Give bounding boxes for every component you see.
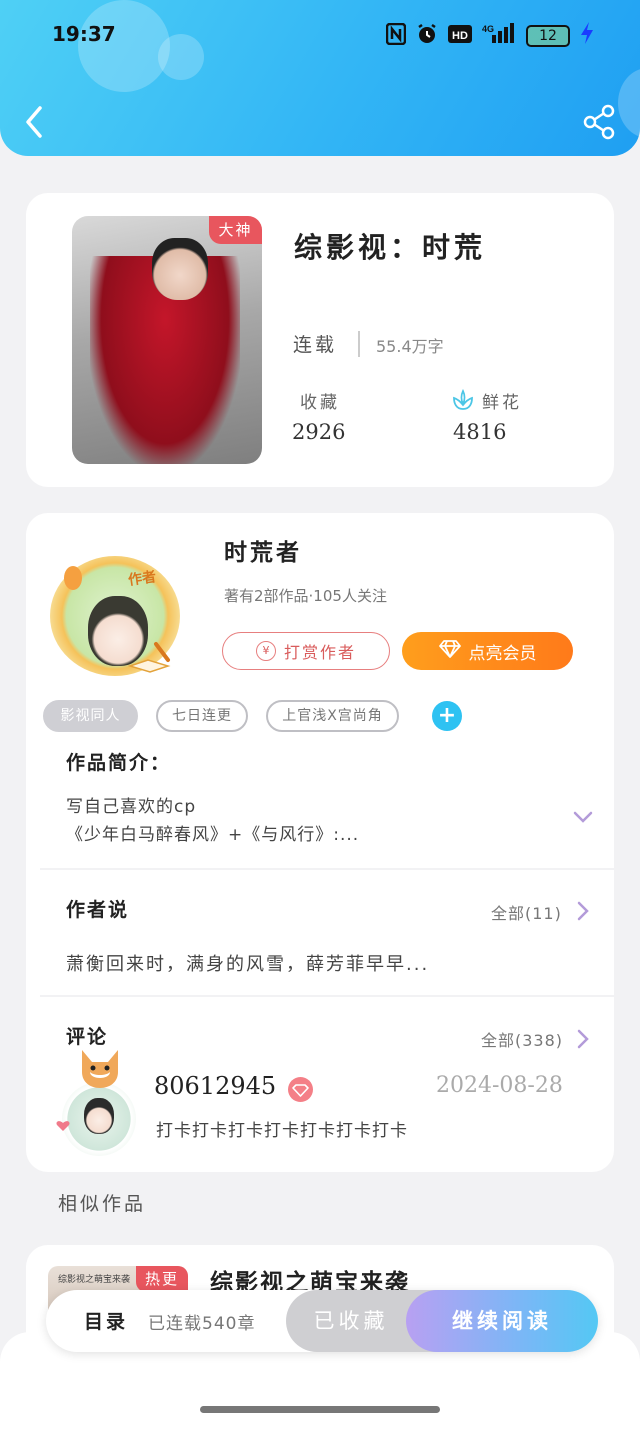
hot-update-badge: 热更 bbox=[136, 1266, 188, 1292]
continue-reading-button[interactable]: 继续阅读 bbox=[406, 1290, 598, 1352]
chevron-down-icon bbox=[573, 811, 593, 823]
author-says-more-link[interactable]: 全部(11) bbox=[491, 900, 562, 924]
flowers-label: 鲜花 bbox=[482, 393, 522, 413]
home-indicator[interactable] bbox=[200, 1406, 440, 1413]
author-says-text[interactable]: 萧衡回来时，满身的风雪，薛芳菲早早... bbox=[66, 950, 429, 976]
yen-icon: ¥ bbox=[255, 641, 276, 661]
status-icons: HD 4G 12 bbox=[385, 22, 594, 49]
share-icon bbox=[583, 104, 615, 140]
comments-more-link[interactable]: 全部(338) bbox=[481, 1027, 563, 1051]
great-author-badge: 大神 bbox=[209, 216, 262, 244]
chevron-left-icon bbox=[26, 106, 42, 138]
reward-author-button[interactable]: ¥ 打赏作者 bbox=[222, 632, 390, 670]
tag-item[interactable]: 上官浅X宫尚角 bbox=[266, 700, 399, 732]
battery-indicator: 12 bbox=[526, 24, 570, 47]
nfc-icon bbox=[385, 22, 407, 49]
share-button[interactable] bbox=[582, 104, 616, 140]
commenter-name[interactable]: 80612945 bbox=[154, 1072, 276, 1100]
vip-badge-icon bbox=[288, 1077, 313, 1102]
toc-button[interactable]: 目录 bbox=[84, 1307, 128, 1334]
author-info: 著有2部作品·105人关注 bbox=[224, 587, 387, 605]
comments-title: 评论 bbox=[66, 1026, 109, 1048]
divider bbox=[358, 331, 360, 357]
diamond-icon bbox=[438, 639, 461, 663]
decor-bubble bbox=[618, 68, 640, 138]
divider bbox=[40, 995, 614, 997]
similar-cover-text: 综影视之萌宝来袭 bbox=[58, 1275, 131, 1285]
book-cover[interactable] bbox=[72, 216, 262, 464]
network-text: 4G bbox=[482, 24, 494, 34]
book-status: 连载 bbox=[293, 334, 338, 356]
add-tag-button[interactable]: + bbox=[432, 701, 462, 731]
carrot-decor bbox=[64, 566, 82, 590]
flowers-value: 4816 bbox=[453, 420, 507, 444]
intro-line: 《少年白马醉春风》+《与风行》:... bbox=[66, 825, 360, 845]
comment-date: 2024-08-28 bbox=[436, 1073, 563, 1098]
book-title: 综影视：时荒 bbox=[294, 231, 487, 264]
vip-label: 点亮会员 bbox=[468, 643, 537, 664]
hd-text: HD bbox=[452, 30, 468, 42]
alarm-icon bbox=[416, 23, 438, 49]
commenter-avatar-face bbox=[84, 1098, 114, 1134]
back-button[interactable] bbox=[22, 104, 50, 140]
charging-icon bbox=[580, 22, 594, 49]
status-time: 19:37 bbox=[52, 22, 116, 46]
chapter-count[interactable]: 已连载540章 bbox=[148, 1309, 255, 1334]
header: 19:37 HD 4G 12 bbox=[0, 0, 640, 156]
author-badge: 作者 bbox=[127, 569, 158, 589]
intro-title: 作品简介： bbox=[66, 752, 172, 774]
reward-author-label: 打赏作者 bbox=[283, 643, 356, 662]
book-pen-icon bbox=[126, 640, 174, 678]
signal-4g-icon: 4G bbox=[482, 22, 516, 49]
author-says-title: 作者说 bbox=[66, 899, 130, 921]
intro-line: 写自己喜欢的cp bbox=[66, 797, 197, 817]
divider bbox=[40, 868, 614, 870]
comment-text[interactable]: 打卡打卡打卡打卡打卡打卡打卡 bbox=[156, 1116, 408, 1141]
favorites-value: 2926 bbox=[292, 420, 346, 444]
vip-button[interactable]: 点亮会员 bbox=[402, 632, 573, 670]
tag-item[interactable]: 七日连更 bbox=[156, 700, 248, 732]
decor-bubble bbox=[158, 34, 204, 80]
author-name[interactable]: 时荒者 bbox=[224, 533, 302, 567]
similar-works-title: 相似作品 bbox=[58, 1193, 147, 1215]
heart-icon bbox=[56, 1120, 70, 1136]
corgi-avatar-frame-icon bbox=[76, 1046, 124, 1090]
chevron-right-icon[interactable] bbox=[576, 1028, 590, 1050]
chevron-right-icon[interactable] bbox=[576, 900, 590, 922]
expand-intro-button[interactable] bbox=[572, 806, 594, 828]
tag-item[interactable]: 影视同人 bbox=[43, 700, 138, 732]
cover-illustration-head bbox=[152, 238, 208, 300]
favorites-label: 收藏 bbox=[300, 393, 340, 413]
hd-icon: HD bbox=[448, 24, 472, 48]
flower-icon bbox=[452, 388, 474, 415]
word-count: 55.4万字 bbox=[376, 337, 444, 356]
decor-bubble bbox=[78, 0, 170, 92]
